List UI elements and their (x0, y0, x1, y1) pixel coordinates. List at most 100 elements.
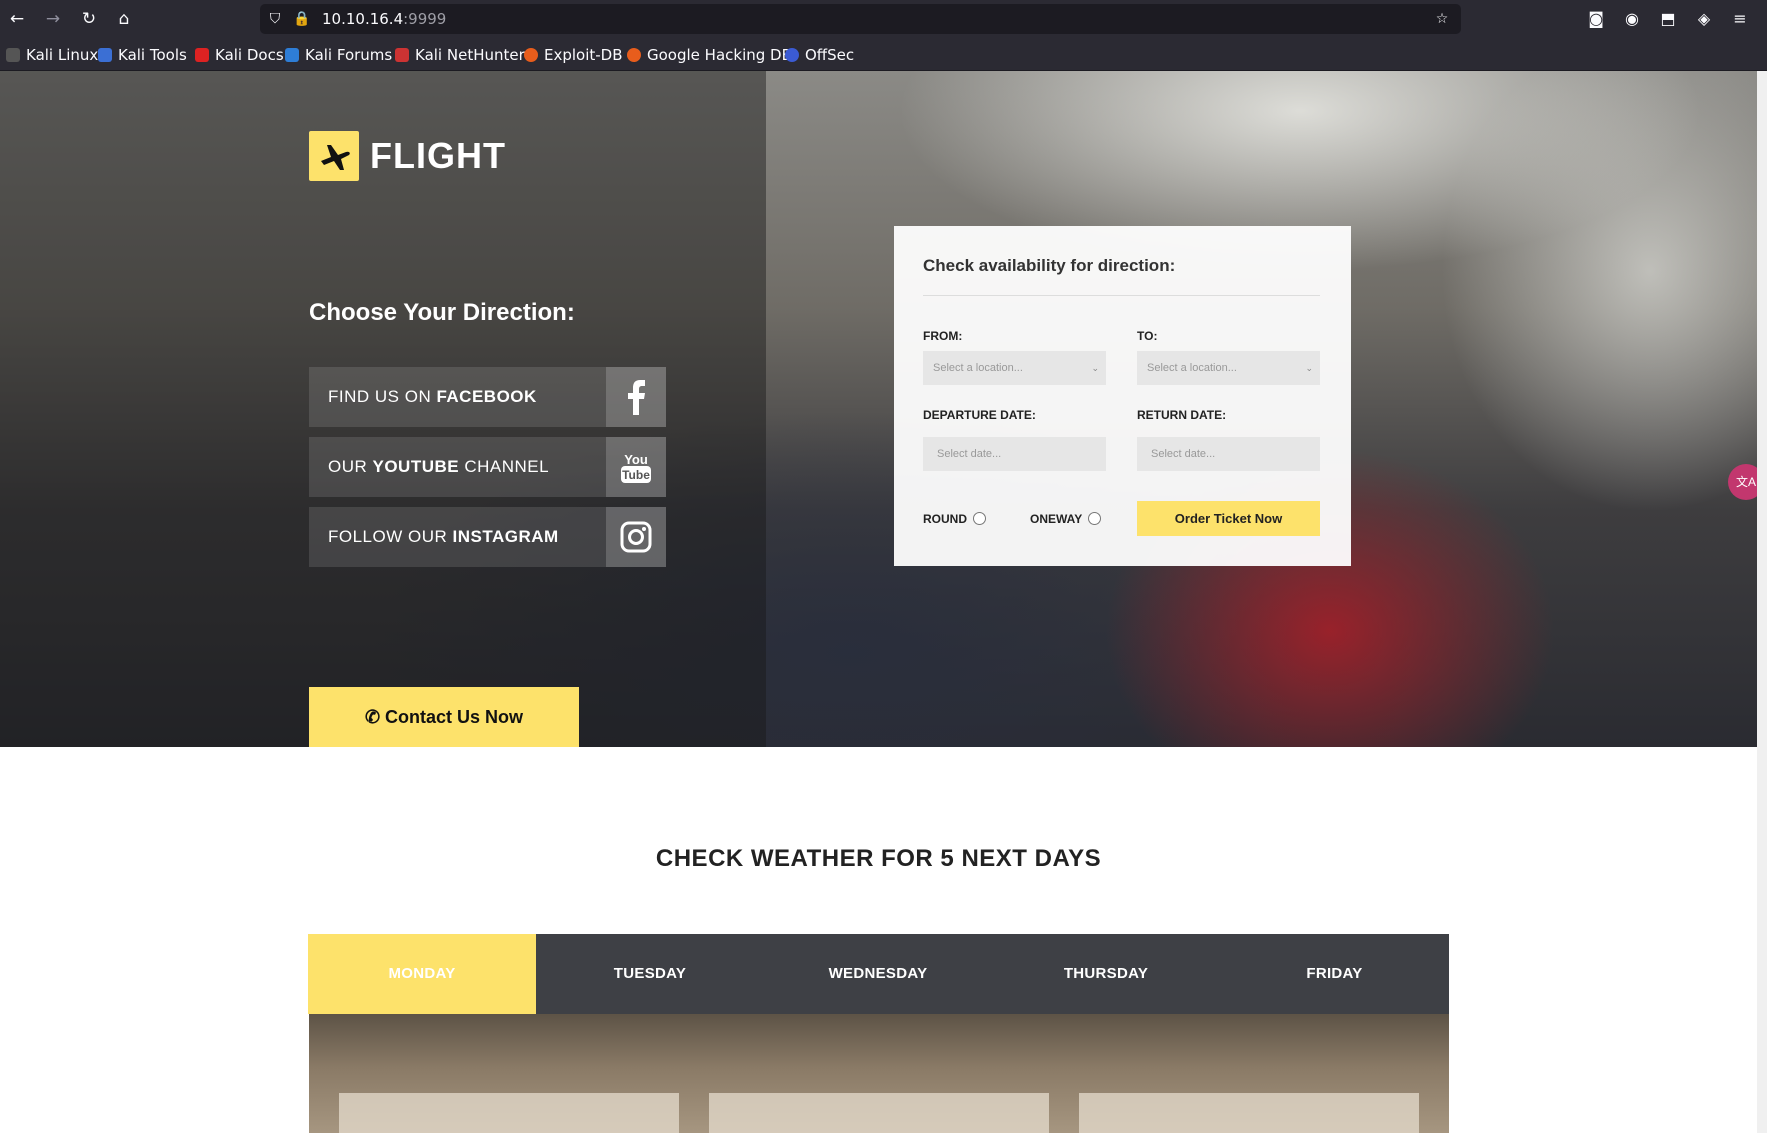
departure-date-label: DEPARTURE DATE: (923, 408, 1036, 422)
from-label: FROM: (923, 329, 963, 343)
departure-date-placeholder: Select date... (937, 448, 1002, 460)
phone-icon: ✆ (364, 707, 381, 727)
order-ticket-button[interactable]: Order Ticket Now (1137, 501, 1320, 536)
label-prefix: OUR (328, 457, 373, 476)
departure-date-input[interactable]: Select date... (923, 437, 1106, 471)
page-scrollbar[interactable] (1757, 71, 1767, 1133)
url-text[interactable]: 10.10.16.4:9999 (322, 10, 446, 28)
to-select[interactable]: Select a location... ⌄ (1137, 351, 1320, 385)
svg-text:You: You (624, 452, 648, 467)
bookmark-exploit-db[interactable]: Exploit-DB (524, 45, 623, 65)
label-strong: INSTAGRAM (452, 527, 559, 546)
menu-icon[interactable]: ≡ (1728, 7, 1752, 31)
bookmark-label: Google Hacking DB (647, 46, 792, 64)
tab-thursday[interactable]: THURSDAY (992, 934, 1220, 1014)
reload-icon[interactable]: ↻ (77, 7, 101, 31)
return-date-label: RETURN DATE: (1137, 408, 1227, 422)
airplane-icon (309, 131, 359, 181)
instagram-icon (606, 507, 666, 567)
contact-us-button[interactable]: ✆ Contact Us Now (309, 687, 579, 747)
instagram-link[interactable]: FOLLOW OUR INSTAGRAM (309, 507, 666, 567)
extensions-icon[interactable]: ⬒ (1656, 7, 1680, 31)
lock-icon[interactable]: 🔒 (292, 8, 312, 30)
facebook-link[interactable]: FIND US ON FACEBOOK (309, 367, 666, 427)
bookmark-label: Kali NetHunter (415, 46, 525, 64)
from-select[interactable]: Select a location... ⌄ (923, 351, 1106, 385)
svg-text:Tube: Tube (622, 468, 650, 482)
to-select-value: Select a location... (1147, 362, 1237, 374)
offsec-icon (785, 48, 799, 62)
bookmark-star-icon[interactable]: ☆ (1432, 8, 1452, 30)
youtube-link-label: OUR YOUTUBE CHANNEL (328, 457, 549, 477)
bookmark-label: OffSec (805, 46, 855, 64)
round-radio[interactable] (973, 512, 986, 525)
return-date-placeholder: Select date... (1151, 448, 1216, 460)
hero-section: FLIGHT Choose Your Direction: FIND US ON… (0, 71, 1767, 747)
bookmark-label: Kali Docs (215, 46, 284, 64)
chevron-down-icon: ⌄ (1305, 363, 1313, 373)
facebook-icon (606, 367, 666, 427)
round-label: ROUND (923, 512, 967, 526)
shield-icon[interactable]: ⛉ (265, 8, 285, 30)
label-strong: FACEBOOK (436, 387, 537, 406)
youtube-link[interactable]: OUR YOUTUBE CHANNEL You Tube (309, 437, 666, 497)
label-prefix: FIND US ON (328, 387, 437, 406)
url-host: 10.10.16.4 (322, 10, 404, 28)
bookmark-kali-docs[interactable]: Kali Docs (195, 45, 284, 65)
bookmark-kali-tools[interactable]: Kali Tools (98, 45, 187, 65)
weather-panel (309, 1014, 1449, 1133)
exploit-db-icon (524, 48, 538, 62)
kali-icon (6, 48, 20, 62)
bookmark-label: Kali Linux (26, 46, 99, 64)
ghdb-icon (627, 48, 641, 62)
kali-docs-icon (195, 48, 209, 62)
bookmark-label: Kali Forums (305, 46, 393, 64)
bookmark-kali-linux[interactable]: Kali Linux (6, 45, 98, 65)
bookmark-kali-forums[interactable]: Kali Forums (285, 45, 392, 65)
back-icon[interactable]: ← (5, 7, 29, 31)
weather-section-title: CHECK WEATHER FOR 5 NEXT DAYS (655, 845, 1102, 872)
bookmark-label: Exploit-DB (544, 46, 623, 64)
brand-name: FLIGHT (370, 135, 506, 176)
kali-forums-icon (285, 48, 299, 62)
url-bar[interactable]: ⛉ 🔒 10.10.16.4:9999 ☆ (260, 4, 1461, 34)
bookmark-offsec[interactable]: OffSec (785, 45, 854, 65)
divider (923, 295, 1320, 296)
direction-title: Choose Your Direction: (309, 299, 575, 326)
from-select-value: Select a location... (933, 362, 1023, 374)
forward-icon[interactable]: → (41, 7, 65, 31)
burp-extension-icon[interactable]: ◈ (1692, 7, 1716, 31)
oneway-label: ONEWAY (1030, 512, 1083, 526)
booking-form: Check availability for direction: FROM: … (894, 226, 1351, 566)
weather-card (1079, 1093, 1419, 1133)
label-suffix: CHANNEL (459, 457, 550, 476)
kali-tools-icon (98, 48, 112, 62)
contact-us-label: Contact Us Now (385, 707, 524, 727)
bookmark-google-hacking-db[interactable]: Google Hacking DB (627, 45, 792, 65)
facebook-link-label: FIND US ON FACEBOOK (328, 387, 537, 407)
label-strong: YOUTUBE (372, 457, 460, 476)
weather-card (339, 1093, 679, 1133)
weather-card (709, 1093, 1049, 1133)
to-label: TO: (1137, 329, 1158, 343)
instagram-link-label: FOLLOW OUR INSTAGRAM (328, 527, 559, 547)
return-date-input[interactable]: Select date... (1137, 437, 1320, 471)
nethunter-icon (395, 48, 409, 62)
bookmarks-bar: Kali Linux Kali Tools Kali Docs Kali For… (0, 38, 1767, 71)
url-port: :9999 (403, 10, 447, 28)
pocket-icon[interactable]: ◙ (1584, 7, 1608, 31)
chevron-down-icon: ⌄ (1091, 363, 1099, 373)
tab-friday[interactable]: FRIDAY (1220, 934, 1449, 1014)
tab-tuesday[interactable]: TUESDAY (536, 934, 764, 1014)
account-icon[interactable]: ◉ (1620, 7, 1644, 31)
youtube-icon: You Tube (606, 437, 666, 497)
browser-toolbar: ← → ↻ ⌂ ⛉ 🔒 10.10.16.4:9999 ☆ ◙ ◉ ⬒ ◈ ≡ (0, 0, 1767, 38)
oneway-radio[interactable] (1088, 512, 1101, 525)
weather-day-tabs: MONDAY TUESDAY WEDNESDAY THURSDAY FRIDAY (308, 934, 1449, 1014)
tab-monday[interactable]: MONDAY (308, 934, 536, 1014)
home-icon[interactable]: ⌂ (112, 7, 136, 31)
tab-wednesday[interactable]: WEDNESDAY (764, 934, 992, 1014)
bookmark-label: Kali Tools (118, 46, 187, 64)
bookmark-kali-nethunter[interactable]: Kali NetHunter (395, 45, 525, 65)
label-prefix: FOLLOW OUR (328, 527, 453, 546)
